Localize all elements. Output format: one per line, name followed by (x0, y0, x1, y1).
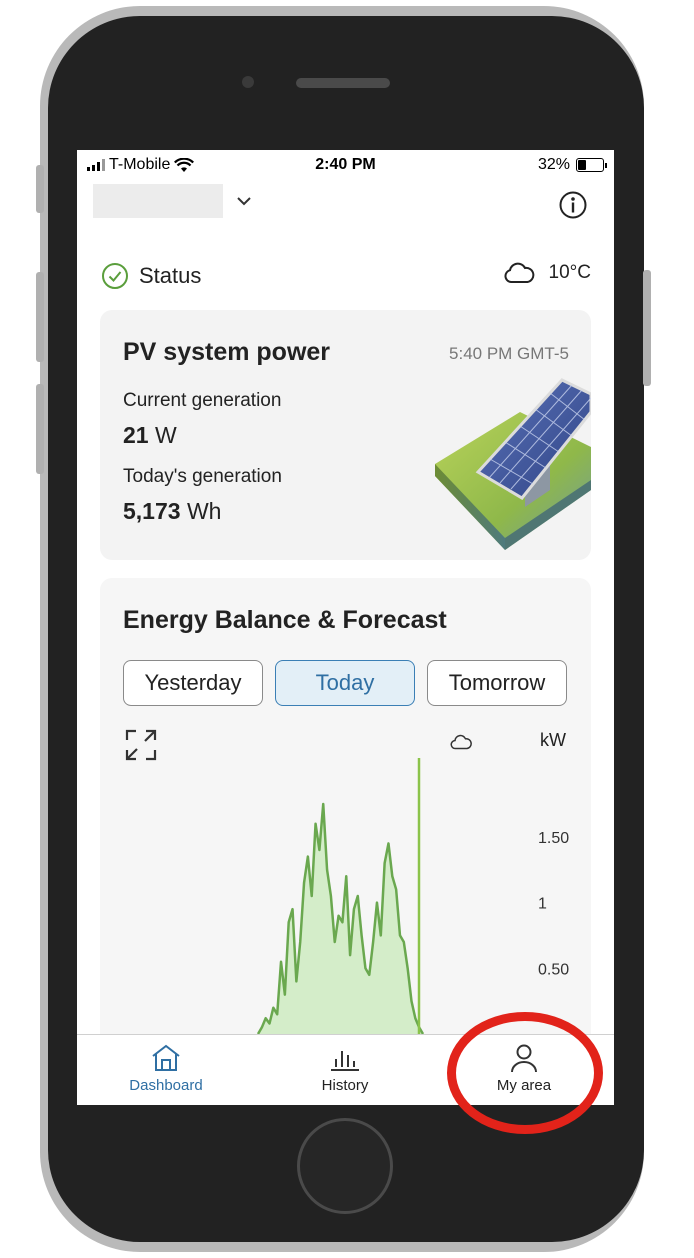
chevron-down-icon[interactable] (235, 192, 253, 210)
day-tabs: Yesterday Today Tomorrow (123, 660, 567, 706)
today-generation-value: 5,173 Wh (123, 498, 222, 524)
home-button[interactable] (297, 1118, 393, 1214)
front-camera (242, 76, 254, 88)
info-icon[interactable] (558, 190, 588, 220)
highlight-annotation-circle (447, 1012, 603, 1134)
system-status[interactable]: Status (101, 262, 201, 290)
check-circle-icon (102, 263, 128, 289)
today-generation-label: Today's generation (123, 466, 282, 487)
nav-history[interactable]: History (285, 1043, 405, 1094)
card-title: Energy Balance & Forecast (123, 606, 447, 634)
card-title: PV system power (123, 338, 331, 366)
solar-panel-illustration (435, 378, 591, 550)
nav-label: History (321, 1077, 369, 1094)
battery-percent: 32% (537, 156, 570, 173)
ios-status-bar: T-Mobile 2:40 PM 32% (77, 150, 614, 180)
nav-dashboard[interactable]: Dashboard (106, 1043, 226, 1094)
expand-icon[interactable] (124, 728, 158, 762)
y-tick-label: 1.50 (538, 830, 569, 847)
volume-down-button (36, 384, 44, 474)
y-tick-label: 1 (538, 896, 547, 913)
y-tick-label: 0.50 (538, 961, 569, 978)
current-generation-value: 21 W (123, 422, 177, 448)
battery-icon (576, 158, 607, 172)
tab-yesterday[interactable]: Yesterday (123, 660, 263, 706)
power-button (643, 270, 651, 386)
weather: 10°C (503, 262, 591, 284)
card-timestamp: 5:40 PM GMT-5 (449, 344, 569, 363)
volume-up-button (36, 272, 44, 362)
nav-label: Dashboard (129, 1077, 203, 1094)
pv-system-power-card[interactable]: PV system power 5:40 PM GMT-5 Current ge… (100, 310, 591, 560)
earpiece-speaker (296, 78, 390, 88)
app-screen: T-Mobile 2:40 PM 32% Status 10°C PV syst… (77, 150, 614, 1105)
unit-label: kW (540, 730, 566, 750)
clock: 2:40 PM (315, 156, 376, 173)
cloud-icon (504, 262, 534, 283)
home-icon (152, 1044, 180, 1071)
status-row: Status 10°C (101, 258, 591, 298)
cloud-forecast-icon (450, 734, 472, 750)
current-generation-label: Current generation (123, 390, 282, 411)
top-bar (77, 182, 614, 226)
tab-tomorrow[interactable]: Tomorrow (427, 660, 567, 706)
temperature: 10°C (548, 262, 591, 283)
plant-name-redacted[interactable] (93, 184, 223, 218)
status-label: Status (139, 263, 202, 288)
battery-info: 32% (537, 156, 607, 174)
tab-today[interactable]: Today (275, 660, 415, 706)
mute-switch (36, 165, 44, 213)
bar-chart-icon (331, 1051, 359, 1071)
